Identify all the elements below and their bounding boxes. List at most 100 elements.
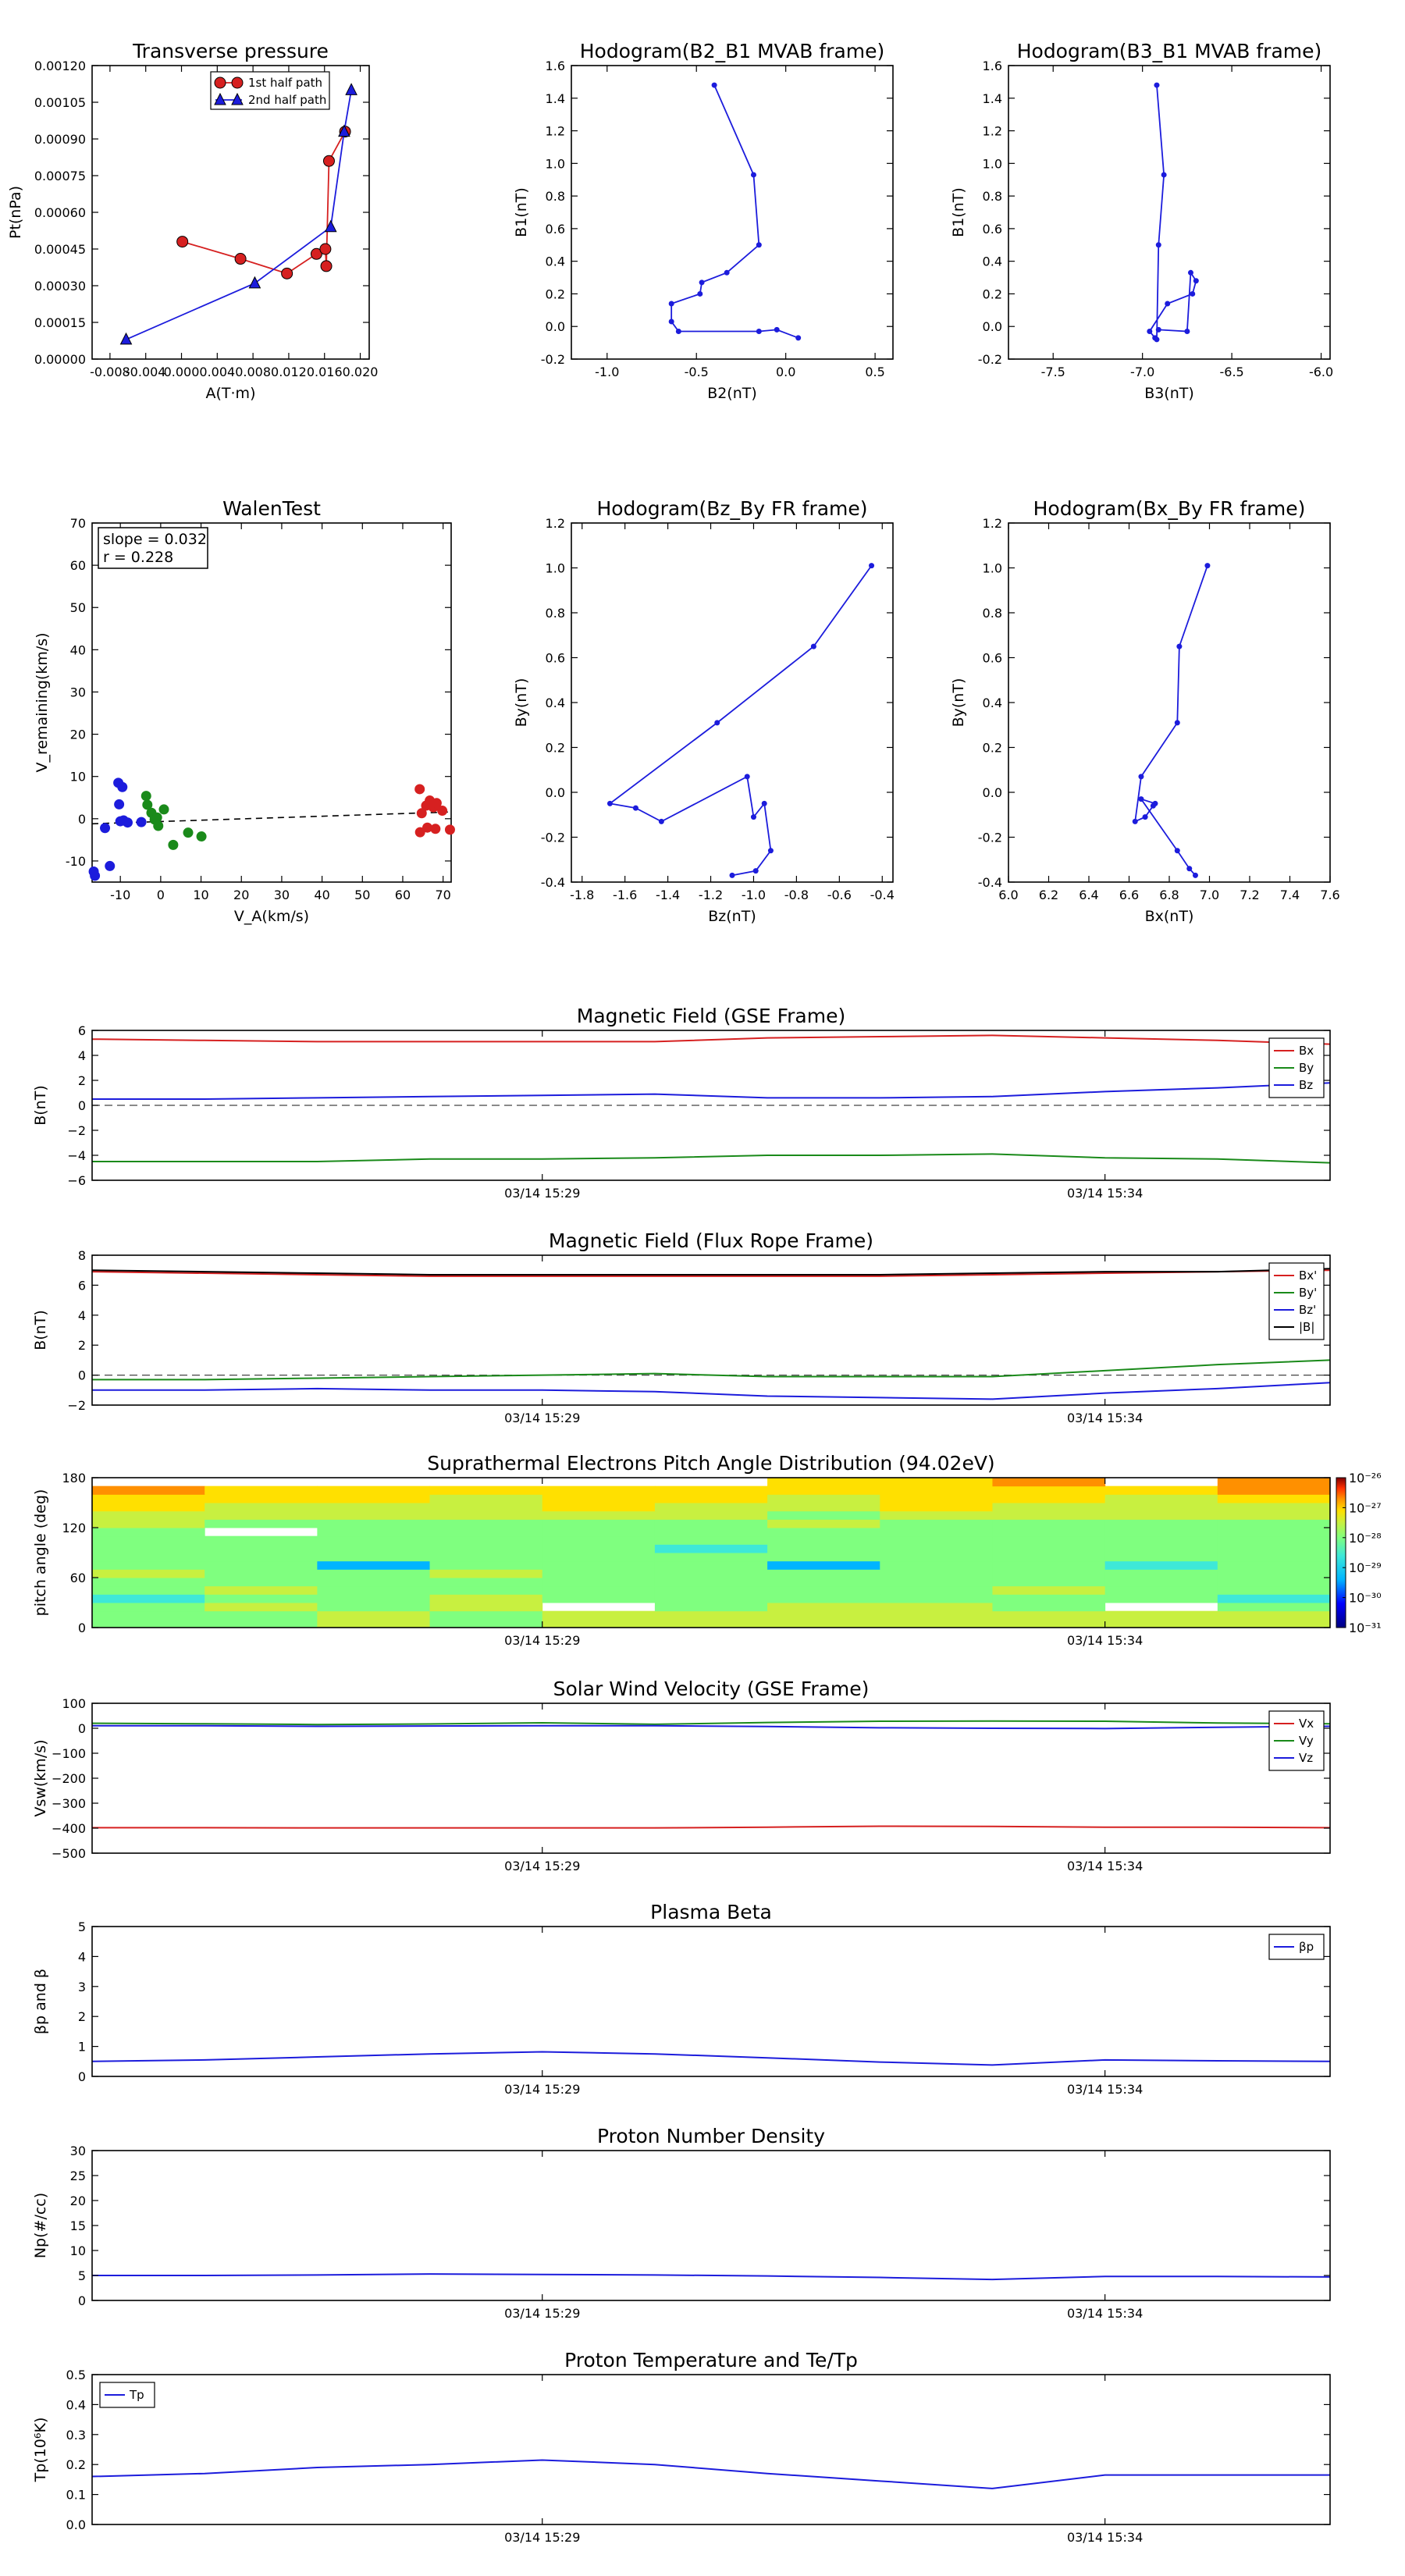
data-point (105, 860, 116, 871)
heatmap-cell (1217, 1594, 1331, 1603)
legend-label: |B| (1299, 1320, 1314, 1334)
data-point (668, 301, 674, 307)
heatmap-cell (542, 1578, 656, 1587)
heatmap-cell (767, 1578, 880, 1587)
data-point (117, 781, 128, 792)
y-tick-label: −200 (52, 1771, 86, 1786)
y-tick-label: 1.0 (983, 156, 1002, 171)
heatmap-cell (92, 1603, 205, 1612)
heatmap-cell (1104, 1544, 1218, 1553)
data-point (234, 253, 247, 265)
heatmap-cell (880, 1485, 993, 1495)
series-line (92, 2273, 1331, 2281)
data-point (231, 76, 244, 89)
axes-frame (571, 65, 894, 360)
heatmap-cell (429, 1528, 543, 1537)
heatmap-cell (992, 1510, 1106, 1520)
legend-label: Vy (1299, 1734, 1314, 1748)
y-axis-label: B(nT) (32, 1085, 49, 1126)
heatmap-cell (205, 1594, 318, 1603)
heatmap-cell (92, 1569, 205, 1578)
heatmap-cell (205, 1585, 318, 1595)
heatmap-cell (1104, 1519, 1218, 1528)
data-point (1155, 242, 1161, 248)
y-tick-label: 0.2 (983, 286, 1002, 301)
y-tick-label: 1.6 (546, 59, 565, 73)
heatmap-cell (317, 1510, 431, 1520)
heatmap-cell (880, 1578, 993, 1587)
chart-walen-test: WalenTest -10 0 10 20 30 40 50 60 70 -10 0 10 20 30 40 5… (34, 497, 455, 925)
data-point (183, 827, 194, 838)
heatmap-cell (92, 1578, 205, 1587)
x-tick-label: 0.020 (343, 365, 379, 379)
y-tick-label: 30 (70, 685, 86, 699)
y-axis-label: By(nT) (513, 678, 530, 728)
data-point (176, 236, 189, 248)
y-tick-label: 120 (62, 1521, 86, 1535)
time-tick-label: 03/14 15:34 (1067, 1633, 1143, 1648)
y-tick-label: -0.4 (541, 875, 565, 890)
data-point (632, 805, 638, 811)
heatmap-cell (654, 1544, 768, 1553)
heatmap-cell (767, 1528, 880, 1537)
series-line (92, 1153, 1331, 1164)
data-point (437, 806, 448, 817)
heatmap-cell (92, 1519, 205, 1528)
heatmap-cell (205, 1519, 318, 1528)
y-tick-label: 1.4 (983, 91, 1002, 106)
data-point (319, 243, 332, 255)
heatmap-cell (654, 1569, 768, 1578)
y-tick-label: 1.4 (546, 91, 565, 106)
heatmap-cell (1104, 1585, 1218, 1595)
legend-label: By' (1299, 1286, 1317, 1300)
y-tick-label: 0.6 (546, 651, 565, 666)
data-point (345, 83, 357, 95)
chart-title: Magnetic Field (GSE Frame) (577, 1005, 845, 1027)
heatmap-cell (205, 1535, 318, 1545)
series-line (92, 1382, 1331, 1400)
heatmap-cell (542, 1503, 656, 1512)
heatmap-cell (880, 1528, 993, 1537)
heatmap-cell (429, 1594, 543, 1603)
heatmap-cell (992, 1603, 1106, 1612)
heatmap-cell (542, 1519, 656, 1528)
heatmap-cell (429, 1535, 543, 1545)
y-tick-label: 0 (78, 1621, 86, 1635)
x-tick-label: 0.004 (199, 365, 235, 379)
heatmap-cell (429, 1544, 543, 1553)
y-tick-label: 0 (78, 1368, 86, 1383)
chart-title: WalenTest (222, 497, 321, 520)
axes-frame (91, 1926, 1331, 2077)
data-point (1155, 326, 1161, 333)
heatmap-cell (1217, 1510, 1331, 1520)
y-tick-label: 1.0 (546, 561, 565, 576)
data-point (697, 290, 703, 297)
heatmap-cell (542, 1535, 656, 1545)
heatmap-cell (317, 1585, 431, 1595)
heatmap-cell (654, 1578, 768, 1587)
colorbar-label: 10⁻²⁸ (1349, 1531, 1382, 1546)
y-tick-label: −2 (67, 1123, 86, 1138)
data-point (795, 335, 802, 341)
legend-label: 1st half path (248, 76, 322, 90)
y-tick-label: 0.6 (546, 222, 565, 237)
y-tick-label: 20 (70, 2194, 86, 2208)
data-point (1174, 720, 1180, 726)
data-point (122, 817, 133, 828)
data-point (756, 242, 762, 248)
heatmap-cell (205, 1610, 318, 1620)
heatmap-cell (542, 1544, 656, 1553)
annotation-slope: slope = 0.032 (103, 531, 207, 548)
heatmap-cell (880, 1553, 993, 1562)
heatmap-cell (317, 1503, 431, 1512)
x-tick-label: -0.8 (784, 888, 809, 902)
heatmap-cell (880, 1544, 993, 1553)
heatmap-cell (992, 1560, 1106, 1570)
heatmap-cell (1217, 1494, 1331, 1503)
axes-frame (91, 2374, 1331, 2525)
x-tick-label: 0 (157, 888, 165, 902)
heatmap-cell (992, 1585, 1106, 1595)
heatmap-cell (1217, 1578, 1331, 1587)
data-point (90, 870, 101, 881)
heatmap-cell (542, 1619, 656, 1628)
